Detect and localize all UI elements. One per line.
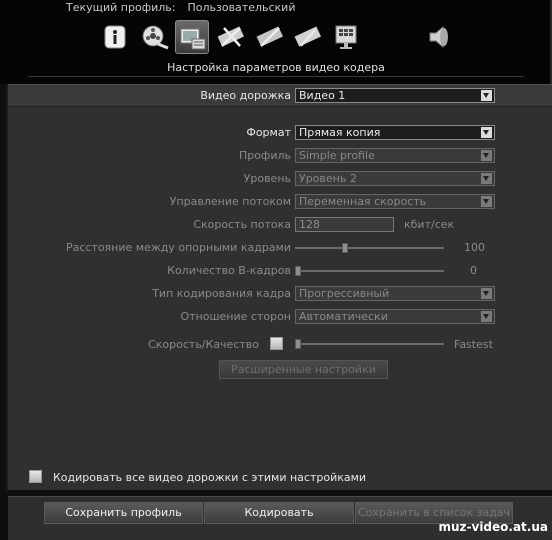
audio-video-reel-icon [142,25,169,50]
monitor-grid-icon [335,25,357,49]
caption-divider [28,76,524,77]
b-frames-slider[interactable] [295,265,444,277]
film-strip-icon [294,26,321,47]
chevron-down-icon [481,196,492,207]
monitor-grid-button[interactable] [329,20,363,54]
frame-coding-value: Прогрессивный [299,287,390,300]
info-button[interactable] [98,20,132,54]
current-profile: Текущий профиль: Пользовательский [66,1,295,14]
speed-quality-value: Fastest [454,338,493,351]
video-track-label: Видео дорожка [200,89,291,102]
video-track-value: Видео 1 [299,89,346,102]
film-cut-button-2[interactable] [253,20,287,54]
profile-field-label: Профиль [238,149,291,162]
slider-thumb[interactable] [295,266,301,276]
speed-quality-checkbox[interactable] [270,337,283,350]
chevron-down-icon [481,150,492,161]
speaker-button[interactable] [424,20,458,54]
bitrate-label: Скорость потока [193,218,291,231]
level-label: Уровень [243,172,291,185]
profile-select[interactable]: Simple profile [295,148,495,163]
chevron-down-icon [481,311,492,322]
advanced-settings-button[interactable]: Расширенные настройки [219,360,388,379]
speed-quality-label: Скорость/Качество [148,338,259,351]
slider-thumb[interactable] [295,339,301,349]
watermark: muz-video.at.ua [438,520,548,534]
save-profile-button[interactable]: Сохранить профиль [44,502,203,524]
keyframe-distance-label: Расстояние между опорными кадрами [65,241,291,254]
keyframe-distance-value: 100 [464,241,485,254]
encode-all-checkbox[interactable] [29,470,42,483]
film-cut-button[interactable] [214,20,248,54]
info-icon [104,25,126,49]
slider-track [295,247,444,249]
format-select[interactable]: Прямая копия [295,125,495,140]
rate-control-value: Переменная скорость [299,195,427,208]
video-settings-button[interactable] [175,20,209,54]
video-settings-icon [180,28,206,50]
aspect-select[interactable]: Автоматически [295,309,495,324]
section-caption: Настройка параметров видео кодера [167,61,385,74]
chevron-down-icon [481,90,492,101]
slider-track [295,270,444,272]
profile-label: Текущий профиль: [66,1,176,14]
chevron-down-icon [481,288,492,299]
bitrate-unit: кбит/сек [404,218,455,231]
header-area: Текущий профиль: Пользовательский Настро… [0,0,552,84]
format-value: Прямая копия [299,126,381,139]
level-value: Уровень 2 [299,172,357,185]
chevron-down-icon [481,127,492,138]
encode-all-label: Кодировать все видео дорожки с этими нас… [53,471,367,484]
format-label: Формат [246,126,291,139]
film-cut-icon-2 [256,26,283,47]
profile-field-value: Simple profile [299,149,375,162]
settings-panel: Видео дорожка Видео 1 Формат Прямая копи… [8,84,552,490]
speed-quality-slider[interactable] [295,338,444,350]
level-select[interactable]: Уровень 2 [295,171,495,186]
profile-value: Пользовательский [187,1,296,14]
rate-control-label: Управление потоком [169,195,291,208]
audio-video-button[interactable] [138,20,172,54]
film-cut-icon [217,26,244,47]
video-track-select[interactable]: Видео 1 [295,88,495,103]
slider-thumb[interactable] [342,243,348,253]
aspect-value: Автоматически [299,310,388,323]
bitrate-input[interactable]: 128 [295,217,394,232]
slider-track [295,343,444,345]
b-frames-value: 0 [470,264,477,277]
film-strip-button[interactable] [291,20,325,54]
encode-button[interactable]: Кодировать [204,502,354,524]
aspect-label: Отношение сторон [180,310,291,323]
b-frames-label: Количество B-кадров [167,264,291,277]
frame-coding-select[interactable]: Прогрессивный [295,286,495,301]
speaker-icon [429,25,448,49]
rate-control-select[interactable]: Переменная скорость [295,194,495,209]
keyframe-distance-slider[interactable] [295,242,444,254]
frame-coding-label: Тип кодирования кадра [152,287,291,300]
chevron-down-icon [481,173,492,184]
